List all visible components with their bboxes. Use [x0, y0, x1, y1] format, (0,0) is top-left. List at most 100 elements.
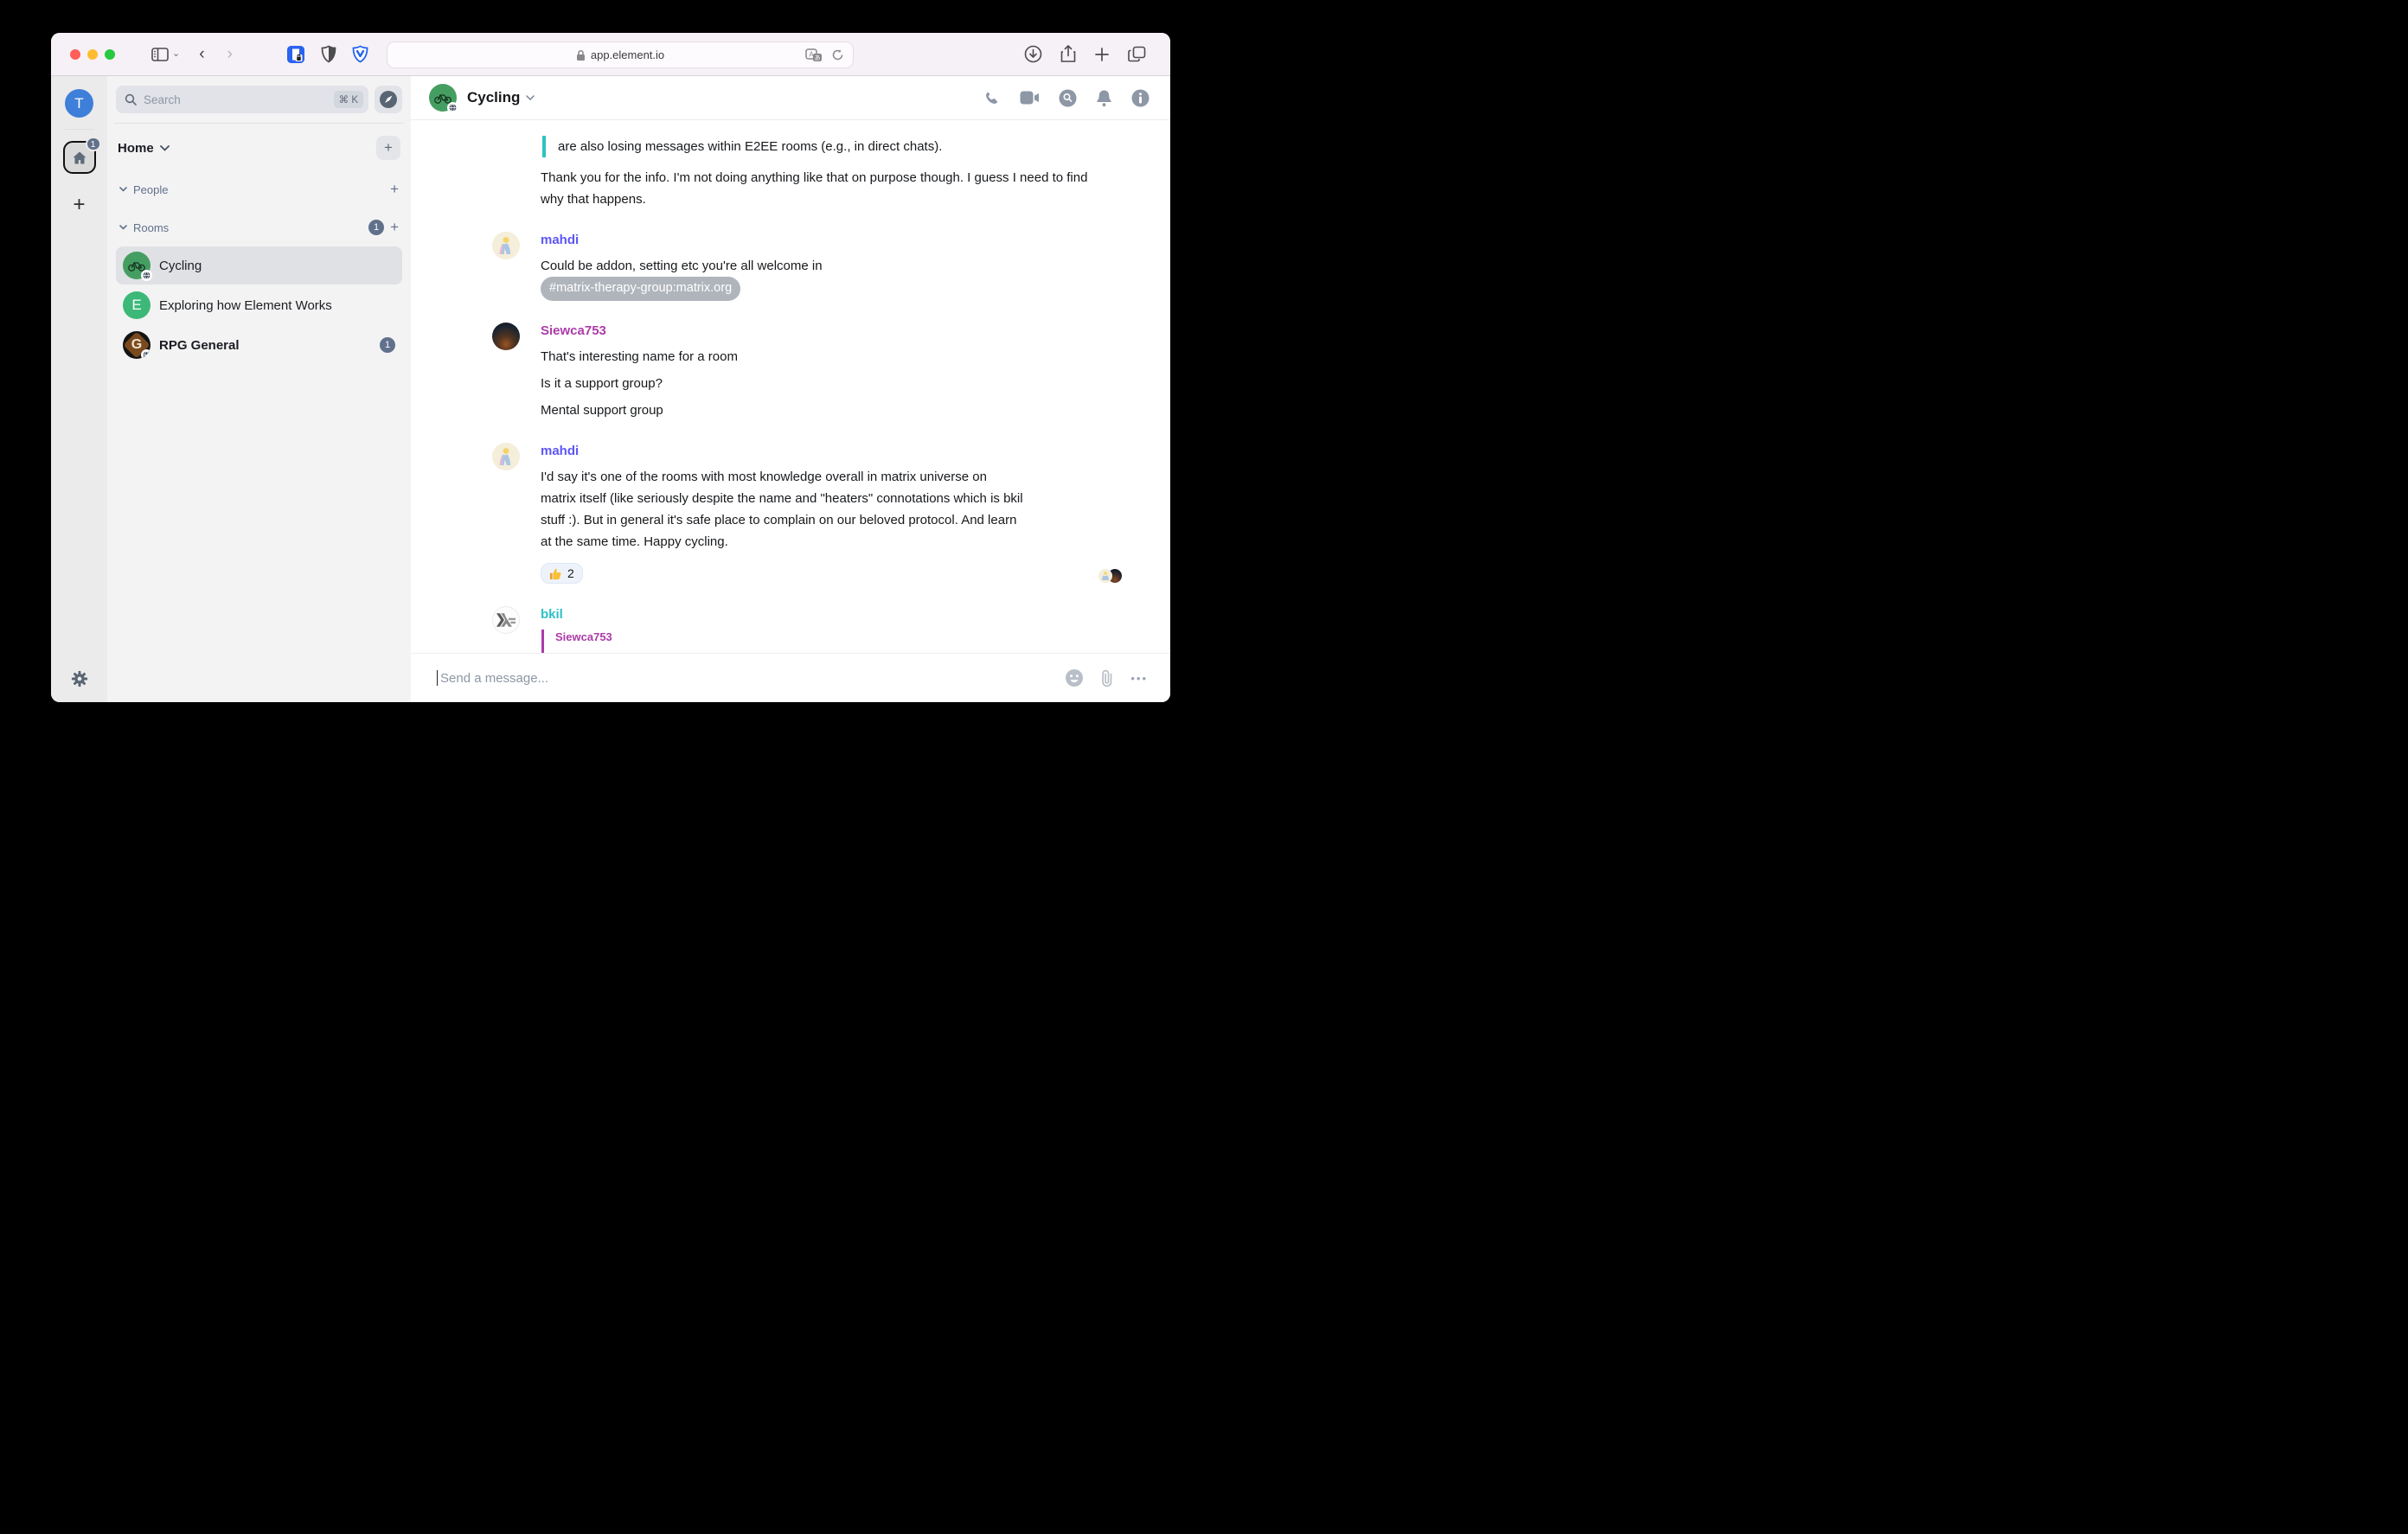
- bicycle-icon: [128, 260, 145, 272]
- room-unread-badge: 1: [380, 337, 395, 353]
- create-space-button[interactable]: +: [73, 193, 85, 217]
- little-prince-avatar-art: [492, 443, 520, 470]
- reply-quote-text: Mental support group: [555, 648, 1023, 654]
- chevron-down-icon: ⌄: [172, 49, 180, 59]
- room-name: RPG General: [159, 338, 371, 353]
- minimize-window-button[interactable]: [87, 49, 98, 60]
- url-text: app.element.io: [591, 48, 664, 61]
- password-manager-extension-button[interactable]: [286, 45, 305, 64]
- translate-icon: A あ: [805, 48, 823, 62]
- video-camera-icon: [1020, 91, 1040, 105]
- add-room-button[interactable]: +: [390, 219, 399, 236]
- text-cursor: [437, 670, 438, 686]
- verified-shield-extension-button[interactable]: [352, 45, 368, 63]
- room-info-button[interactable]: [1131, 89, 1150, 107]
- read-receipt-mahdi[interactable]: [1098, 569, 1112, 583]
- message-text: That's interesting name for a room: [541, 346, 1023, 368]
- notifications-button[interactable]: [1096, 89, 1112, 107]
- compass-icon: [378, 89, 399, 110]
- composer-placeholder: Send a message...: [440, 671, 1065, 686]
- people-section-header[interactable]: People +: [119, 181, 399, 198]
- avatar-mahdi[interactable]: [492, 232, 520, 259]
- forward-button[interactable]: ›: [227, 46, 233, 62]
- message-text: I'd say it's one of the rooms with most …: [541, 466, 1023, 553]
- space-title[interactable]: Home: [118, 141, 154, 156]
- message-text: Is it a support group?: [541, 373, 1023, 394]
- room-alias-pill[interactable]: #matrix-therapy-group:matrix.org: [541, 277, 740, 301]
- browser-window: ⌄ ‹ ›: [51, 33, 1170, 702]
- home-space-button[interactable]: 1: [63, 141, 96, 174]
- message-group-bkil: bkil Siewca753 Mental support group Yes,…: [492, 606, 1170, 654]
- sender-name[interactable]: Siewca753: [541, 323, 1023, 340]
- room-item-exploring[interactable]: E Exploring how Element Works: [116, 286, 402, 324]
- avatar-siewca753[interactable]: [492, 323, 520, 350]
- reaction-thumbs-up[interactable]: 2: [541, 563, 583, 584]
- search-input[interactable]: Search ⌘ K: [116, 86, 368, 113]
- password-manager-icon: [286, 45, 305, 64]
- close-window-button[interactable]: [70, 49, 80, 60]
- bicycle-icon: [434, 93, 452, 104]
- room-title[interactable]: Cycling: [467, 89, 520, 106]
- voice-call-button[interactable]: [983, 89, 1001, 106]
- room-item-rpg-general[interactable]: G RPG General 1: [116, 326, 402, 364]
- video-call-button[interactable]: [1020, 91, 1040, 105]
- attachment-button[interactable]: [1099, 669, 1115, 687]
- settings-button[interactable]: [70, 669, 89, 688]
- message-composer[interactable]: Send a message...: [411, 653, 1170, 702]
- room-search-button[interactable]: [1059, 89, 1077, 107]
- message-group-siewca: Siewca753 That's interesting name for a …: [492, 323, 1170, 421]
- message-timeline[interactable]: are also losing messages within E2EE roo…: [411, 120, 1170, 653]
- zoom-window-button[interactable]: [105, 49, 115, 60]
- message-group-mahdi: mahdi Could be addon, setting etc you're…: [492, 232, 1170, 301]
- more-options-button[interactable]: •••: [1130, 672, 1148, 685]
- reload-icon: [831, 48, 844, 61]
- add-people-button[interactable]: +: [390, 181, 399, 198]
- gear-icon: [70, 669, 89, 688]
- haskell-logo-icon: [496, 613, 516, 627]
- room-item-cycling[interactable]: Cycling: [116, 246, 402, 284]
- rooms-section-header[interactable]: Rooms 1 +: [119, 219, 399, 236]
- message-continued: are also losing messages within E2EE roo…: [541, 136, 1170, 210]
- lock-icon: [576, 49, 586, 61]
- chevron-right-icon: ›: [227, 46, 233, 62]
- tab-overview-icon: [1128, 46, 1146, 62]
- plus-icon: [1094, 47, 1110, 62]
- room-header-avatar[interactable]: [429, 84, 457, 112]
- quoted-message: are also losing messages within E2EE roo…: [542, 136, 1170, 157]
- downloads-icon: [1024, 45, 1042, 63]
- public-room-badge: [141, 270, 152, 281]
- sender-name[interactable]: mahdi: [541, 443, 1023, 460]
- avatar-mahdi[interactable]: [492, 443, 520, 470]
- people-section-label: People: [133, 183, 168, 196]
- rooms-unread-badge: 1: [368, 220, 384, 235]
- address-bar[interactable]: app.element.io A あ: [387, 42, 854, 68]
- share-button[interactable]: [1060, 45, 1076, 64]
- message-text: Mental support group: [541, 399, 1023, 421]
- downloads-button[interactable]: [1024, 45, 1042, 63]
- emoji-picker-button[interactable]: [1065, 668, 1084, 687]
- add-button[interactable]: +: [376, 136, 400, 160]
- privacy-shield-extension-button[interactable]: [321, 45, 336, 63]
- room-name: Cycling: [159, 259, 395, 273]
- paperclip-icon: [1099, 669, 1115, 687]
- new-tab-button[interactable]: [1094, 47, 1110, 62]
- explore-rooms-button[interactable]: [375, 86, 402, 113]
- avatar[interactable]: T: [65, 89, 93, 118]
- tab-overview-button[interactable]: [1128, 46, 1146, 62]
- svg-text:あ: あ: [815, 54, 821, 61]
- desktop-background: ⌄ ‹ ›: [0, 0, 1204, 767]
- reply-quote-sender: Siewca753: [555, 630, 1023, 645]
- public-room-badge: [447, 102, 458, 113]
- back-button[interactable]: ‹: [199, 46, 204, 62]
- reaction-count: 2: [567, 566, 574, 580]
- chevron-down-icon: [160, 145, 170, 151]
- translate-button[interactable]: A あ: [805, 48, 823, 62]
- avatar-bkil[interactable]: [492, 606, 520, 634]
- sender-name[interactable]: bkil: [541, 606, 1023, 623]
- public-room-badge: [141, 349, 150, 359]
- sender-name[interactable]: mahdi: [541, 232, 1023, 249]
- reply-quote[interactable]: Siewca753 Mental support group: [541, 630, 1023, 654]
- home-unread-badge: 1: [86, 137, 101, 151]
- sidebar-toggle-button[interactable]: ⌄: [151, 48, 180, 61]
- reload-button[interactable]: [831, 48, 844, 61]
